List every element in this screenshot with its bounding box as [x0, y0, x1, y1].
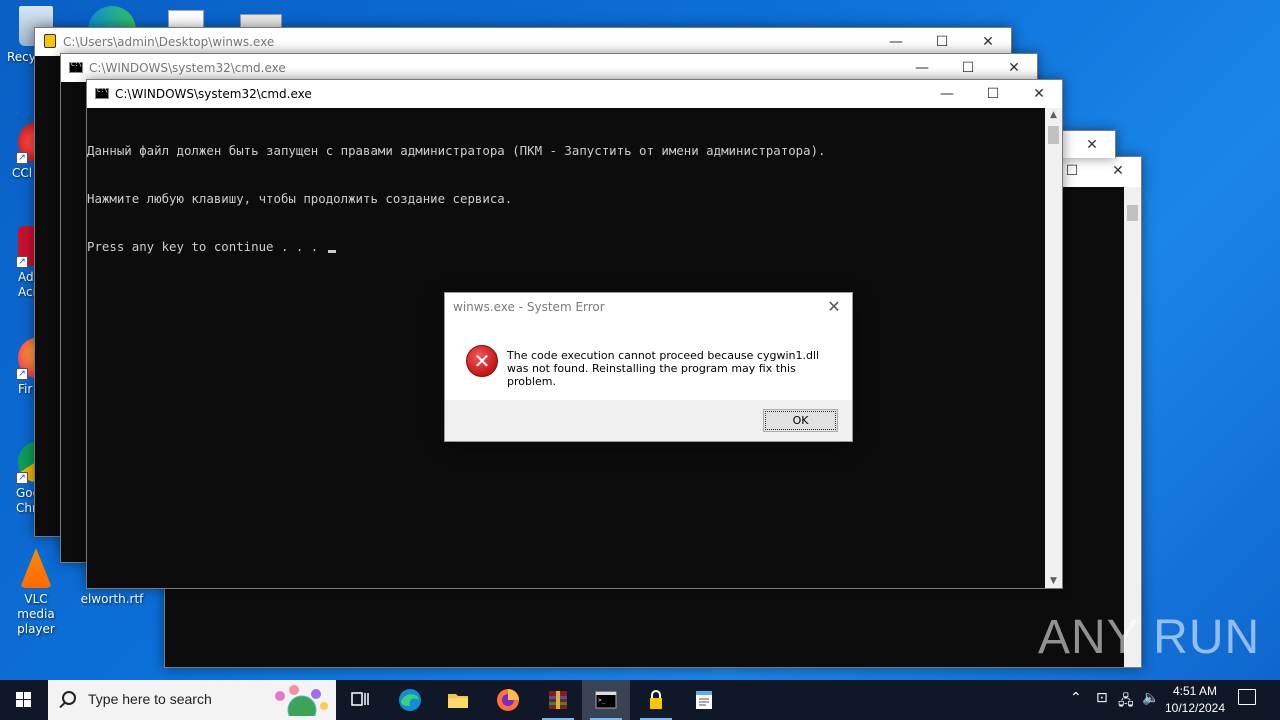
windows-logo-icon [16, 692, 32, 708]
taskbar-file-explorer[interactable] [434, 680, 482, 720]
window-title: C:\Users\admin\Desktop\winws.exe [63, 35, 275, 49]
desktop-icon-label: Ad Acr [18, 270, 38, 299]
start-button[interactable] [0, 680, 48, 720]
tray-network-icon[interactable]: 🖧 [1118, 690, 1134, 720]
firefox-icon [497, 689, 519, 711]
close-button[interactable]: ✕ [1016, 80, 1062, 108]
cmd-icon: >_ [595, 691, 617, 709]
taskbar-clock[interactable]: 4:51 AM 10/12/2024 [1162, 683, 1228, 717]
cmd-icon [95, 87, 109, 99]
system-error-dialog[interactable]: winws.exe - System Error ✕ ✕ The code ex… [444, 292, 853, 442]
winrar-icon [549, 691, 567, 709]
text-cursor [327, 250, 336, 253]
taskbar: Type here to search >_ ⌃ ⊡ 🖧 🔈 4:51 AM 1… [0, 680, 1280, 720]
taskbar-firefox[interactable] [484, 680, 532, 720]
notepad-icon [696, 691, 712, 709]
taskbar-search-box[interactable]: Type here to search [48, 680, 336, 720]
background-console-window-2[interactable]: ✕ [1060, 130, 1116, 158]
maximize-button[interactable]: ☐ [945, 54, 991, 82]
close-button[interactable]: ✕ [1069, 131, 1115, 159]
scroll-down-arrow[interactable]: ▼ [1045, 574, 1062, 588]
scroll-thumb[interactable] [1048, 126, 1059, 144]
edge-icon [399, 689, 421, 711]
taskbar-cmd[interactable]: >_ [582, 680, 630, 720]
dialog-close-button[interactable]: ✕ [824, 297, 844, 316]
task-view-icon [351, 692, 369, 706]
console-line: Нажмите любую клавишу, чтобы продолжить … [87, 191, 513, 206]
dialog-title: winws.exe - System Error [453, 300, 605, 314]
tray-overflow-chevron-icon[interactable]: ⌃ [1070, 690, 1082, 720]
lock-icon [44, 34, 56, 48]
error-icon: ✕ [466, 345, 498, 377]
vlc-icon [20, 548, 52, 588]
taskbar-lock-app[interactable] [632, 680, 680, 720]
scroll-up-arrow[interactable]: ▲ [1045, 108, 1062, 122]
tray-network-activity-icon[interactable]: ⊡ [1096, 690, 1108, 720]
vertical-scrollbar[interactable] [1124, 187, 1141, 667]
close-button[interactable]: ✕ [991, 54, 1037, 82]
minimize-button[interactable]: — [924, 80, 970, 108]
ok-button[interactable]: OK [763, 409, 838, 432]
folder-icon [448, 694, 468, 708]
cmd-icon [69, 61, 83, 73]
clock-time: 4:51 AM [1172, 684, 1218, 698]
lock-icon [650, 690, 662, 709]
desktop-icon-label: elworth.rtf [80, 592, 144, 606]
taskbar-winrar[interactable] [534, 680, 582, 720]
search-highlight-illustration [266, 684, 330, 720]
search-placeholder: Type here to search [88, 691, 212, 707]
tray-volume-icon[interactable]: 🔈 [1142, 690, 1159, 720]
clock-date: 10/12/2024 [1164, 701, 1226, 715]
window-title: C:\WINDOWS\system32\cmd.exe [89, 61, 286, 75]
console-line: Press any key to continue . . . [87, 239, 326, 254]
minimize-button[interactable]: — [873, 28, 919, 56]
minimize-button[interactable]: — [899, 54, 945, 82]
dialog-message: The code execution cannot proceed becaus… [507, 349, 820, 388]
search-icon [62, 691, 76, 705]
svg-text:>_: >_ [598, 697, 606, 704]
notifications-icon[interactable] [1238, 689, 1256, 705]
taskbar-edge[interactable] [386, 680, 434, 720]
window-title: C:\WINDOWS\system32\cmd.exe [115, 87, 312, 101]
vertical-scrollbar[interactable]: ▲ ▼ [1045, 108, 1062, 588]
console-line: Данный файл должен быть запущен с правам… [87, 143, 826, 158]
desktop-icon-label: VLC media player [17, 592, 55, 636]
maximize-button[interactable]: ☐ [970, 80, 1016, 108]
taskbar-notepad[interactable] [680, 680, 728, 720]
close-button[interactable]: ✕ [965, 28, 1011, 56]
close-button[interactable]: ✕ [1095, 157, 1141, 185]
task-view-button[interactable] [336, 680, 384, 720]
maximize-button[interactable]: ☐ [919, 28, 965, 56]
anyrun-watermark: ANY RUN [1038, 611, 1261, 664]
desktop-icon-vlc[interactable]: VLC media player [4, 548, 68, 637]
